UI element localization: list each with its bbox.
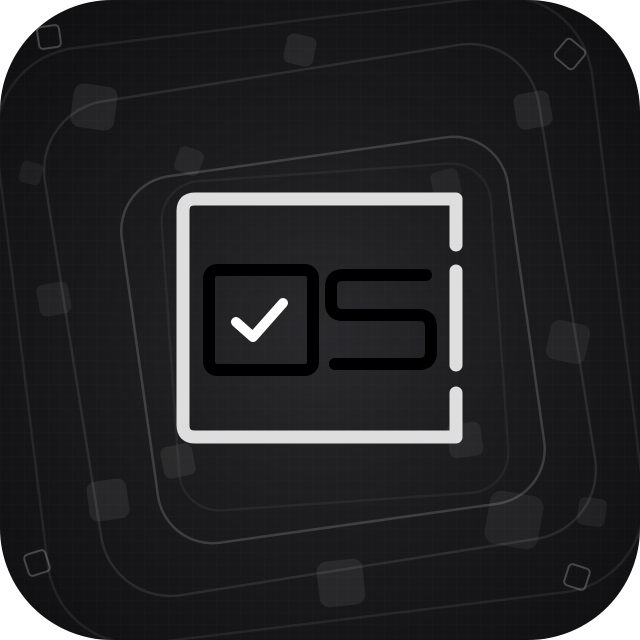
app-icon-artwork bbox=[0, 0, 640, 640]
app-icon: OS bbox=[0, 0, 640, 640]
